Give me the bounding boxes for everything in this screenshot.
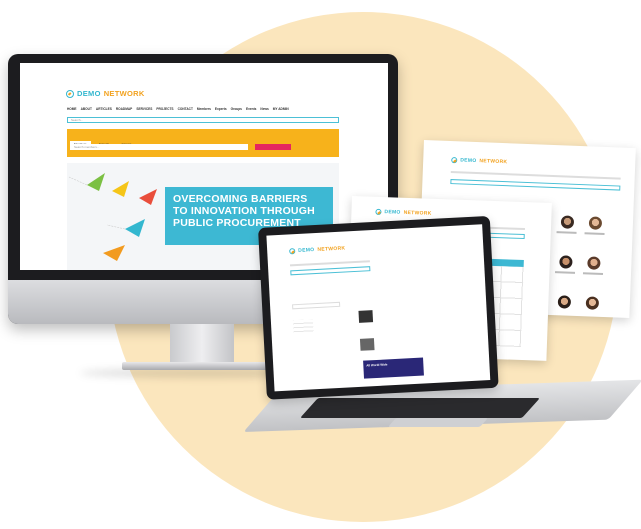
laptop-logo-word-demo: DEMO bbox=[298, 247, 315, 254]
laptop-keyboard bbox=[299, 398, 540, 418]
laptop-promo-card[interactable]: All World Wide bbox=[363, 357, 424, 379]
nav-my-admin[interactable]: MY ADMIN bbox=[273, 107, 289, 111]
laptop-lid: DEMO NETWORK All World Wide bbox=[258, 215, 499, 400]
members-logo-word-network: NETWORK bbox=[479, 158, 508, 166]
main-nav: HOME ABOUT ARTICLES ROADMAP SERVICES PRO… bbox=[67, 107, 289, 111]
calendar-logo-word-network: NETWORK bbox=[403, 209, 432, 217]
nav-events[interactable]: Events bbox=[246, 107, 256, 111]
paper-plane-icon bbox=[68, 173, 157, 261]
directory-panel: Members Experts Groups Search members... bbox=[67, 129, 339, 157]
members-search-button[interactable] bbox=[255, 144, 291, 150]
nav-services[interactable]: SERVICES bbox=[136, 107, 152, 111]
nav-experts[interactable]: Experts bbox=[215, 107, 227, 111]
laptop-search-input[interactable] bbox=[290, 266, 371, 276]
member-name-line bbox=[555, 271, 576, 274]
monitor-stand-neck bbox=[170, 324, 234, 364]
avatar[interactable] bbox=[585, 296, 600, 310]
members-site-logo: DEMO NETWORK bbox=[451, 157, 507, 165]
laptop-thumbnail bbox=[358, 310, 374, 323]
members-search-input[interactable] bbox=[450, 179, 621, 191]
site-search-input[interactable]: Search... bbox=[67, 117, 339, 123]
avatar[interactable] bbox=[559, 255, 573, 269]
laptop-filter-input[interactable] bbox=[292, 301, 341, 310]
avatar[interactable] bbox=[560, 215, 575, 229]
nav-contact[interactable]: CONTACT bbox=[178, 107, 193, 111]
members-search-input[interactable]: Search members... bbox=[70, 144, 248, 150]
laptop-trackpad bbox=[387, 418, 488, 427]
laptop-promo-title: All World Wide bbox=[366, 362, 388, 368]
members-nav-line bbox=[450, 171, 621, 180]
member-name-line bbox=[556, 231, 577, 234]
avatar[interactable] bbox=[557, 295, 572, 309]
logo-word-demo: DEMO bbox=[77, 89, 101, 98]
nav-roadmap[interactable]: ROADMAP bbox=[116, 107, 132, 111]
nav-members[interactable]: Members bbox=[197, 107, 211, 111]
member-name-line bbox=[584, 232, 605, 235]
avatar[interactable] bbox=[587, 256, 601, 270]
nav-home[interactable]: HOME bbox=[67, 107, 77, 111]
laptop-site-logo: DEMO NETWORK bbox=[289, 245, 346, 255]
site-logo[interactable]: DEMO NETWORK bbox=[66, 89, 145, 98]
logo-icon bbox=[66, 89, 74, 98]
calendar-logo-icon bbox=[375, 208, 382, 216]
laptop-logo-word-network: NETWORK bbox=[317, 245, 346, 253]
nav-about[interactable]: ABOUT bbox=[81, 107, 92, 111]
avatar[interactable] bbox=[588, 216, 603, 230]
logo-word-network: NETWORK bbox=[103, 89, 145, 98]
nav-groups[interactable]: Groups bbox=[231, 107, 242, 111]
monitor-stand-base bbox=[122, 362, 282, 370]
nav-projects[interactable]: PROJECTS bbox=[156, 107, 173, 111]
nav-news[interactable]: News bbox=[260, 107, 268, 111]
laptop-filter-list bbox=[292, 319, 314, 335]
laptop-nav-line bbox=[289, 260, 370, 267]
laptop-screen: DEMO NETWORK All World Wide bbox=[266, 224, 491, 392]
laptop-logo-icon bbox=[289, 248, 296, 255]
calendar-logo-word-demo: DEMO bbox=[384, 209, 401, 216]
nav-articles[interactable]: ARTICLES bbox=[96, 107, 112, 111]
members-logo-word-demo: DEMO bbox=[460, 157, 477, 165]
laptop-thumbnail bbox=[359, 338, 375, 351]
calendar-site-logo: DEMO NETWORK bbox=[375, 208, 432, 217]
members-logo-icon bbox=[451, 157, 458, 164]
member-name-line bbox=[582, 272, 604, 275]
